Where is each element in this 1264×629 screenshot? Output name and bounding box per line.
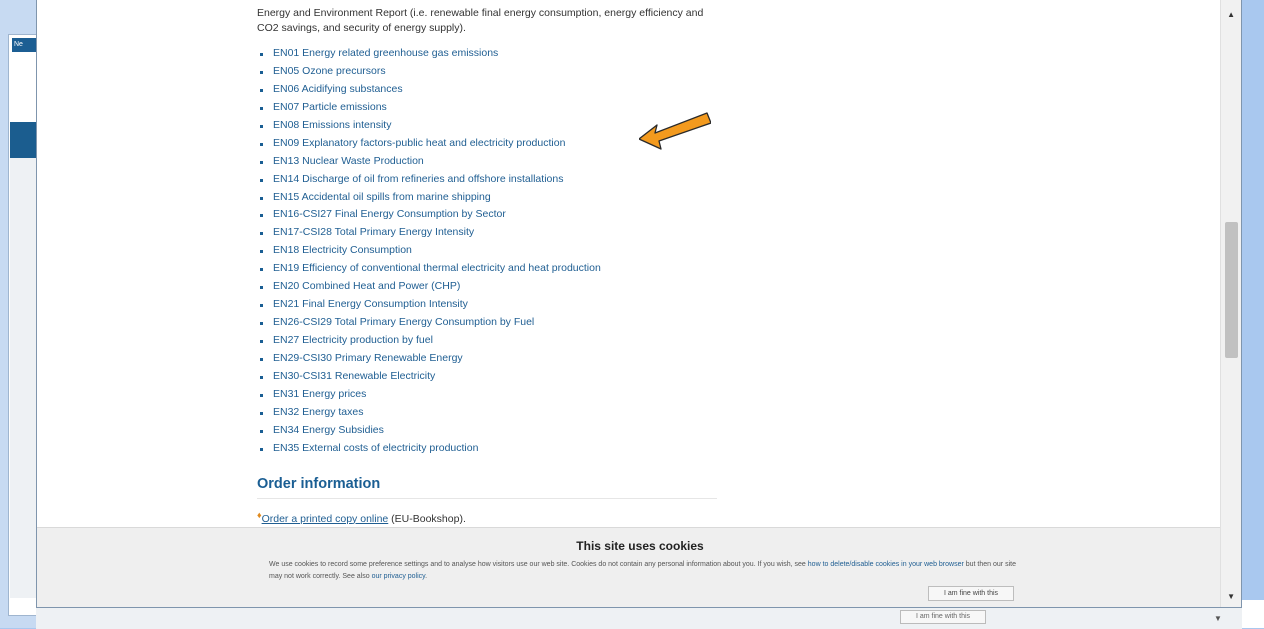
indicator-list-item: EN13 Nuclear Waste Production [260, 153, 717, 171]
indicator-list-item: EN30-CSI31 Renewable Electricity [260, 368, 717, 386]
scroll-down-icon[interactable]: ▼ [1227, 592, 1235, 601]
bullet-icon [260, 196, 263, 200]
bullet-icon [260, 88, 263, 92]
indicator-list-item: EN29-CSI30 Primary Renewable Energy [260, 350, 717, 368]
bullet-icon [260, 142, 263, 146]
indicator-list-item: EN20 Combined Heat and Power (CHP) [260, 278, 717, 296]
scroll-up-icon[interactable]: ▲ [1227, 10, 1235, 19]
indicator-list-item: EN14 Discharge of oil from refineries an… [260, 171, 717, 189]
indicator-link[interactable]: EN13 Nuclear Waste Production [273, 155, 424, 167]
annotation-arrow-icon [639, 112, 711, 150]
report-modal: Energy and Environment Report (i.e. rene… [36, 0, 1242, 608]
indicator-link[interactable]: EN18 Electricity Consumption [273, 244, 412, 256]
cookie-text-part: . [425, 573, 428, 580]
intro-paragraph: Energy and Environment Report (i.e. rene… [257, 7, 704, 34]
delete-cookies-link[interactable]: how to delete/disable cookies in your we… [808, 561, 964, 568]
background-tab[interactable]: Ne [12, 38, 36, 52]
vertical-scrollbar[interactable]: ▲ ▼ [1220, 0, 1241, 607]
bullet-icon [260, 393, 263, 397]
bullet-icon [260, 250, 263, 254]
indicator-link[interactable]: EN26-CSI29 Total Primary Energy Consumpt… [273, 316, 534, 328]
indicator-list-item: EN06 Acidifying substances [260, 81, 717, 99]
background-sidebar [10, 158, 36, 598]
indicator-link[interactable]: EN16-CSI27 Final Energy Consumption by S… [273, 208, 506, 220]
indicator-list-item: EN17-CSI28 Total Primary Energy Intensit… [260, 224, 717, 242]
indicator-link[interactable]: EN27 Electricity production by fuel [273, 334, 433, 346]
cookie-banner: This site uses cookies We use cookies to… [37, 527, 1223, 607]
order-information-heading: Order information [257, 476, 717, 499]
scrollbar-thumb[interactable] [1225, 222, 1238, 358]
background-scroll-down-icon[interactable]: ▼ [1214, 614, 1222, 623]
bullet-icon [260, 304, 263, 308]
report-content: Energy and Environment Report (i.e. rene… [257, 6, 717, 525]
bullet-icon [260, 340, 263, 343]
bullet-icon [260, 411, 263, 415]
bullet-icon [260, 70, 263, 74]
indicator-list-item: EN32 Energy taxes [260, 404, 717, 422]
background-accept-button[interactable]: I am fine with this [900, 610, 986, 624]
indicator-list-item: EN34 Energy Subsidies [260, 422, 717, 440]
bullet-icon [260, 357, 263, 361]
indicator-link[interactable]: EN15 Accidental oil spills from marine s… [273, 191, 491, 203]
bullet-icon [260, 53, 263, 56]
accept-cookies-button[interactable]: I am fine with this [928, 586, 1014, 601]
indicator-link[interactable]: EN32 Energy taxes [273, 406, 363, 418]
order-line: ♦Order a printed copy online (EU-Booksho… [257, 509, 717, 525]
indicator-link[interactable]: EN21 Final Energy Consumption Intensity [273, 298, 468, 310]
order-printed-copy-link[interactable]: Order a printed copy online [262, 513, 389, 525]
bullet-icon [260, 429, 263, 433]
indicator-link[interactable]: EN34 Energy Subsidies [273, 424, 384, 436]
bullet-icon [260, 124, 263, 128]
indicator-list-item: EN31 Energy prices [260, 386, 717, 404]
indicator-list: EN01 Energy related greenhouse gas emiss… [257, 45, 717, 458]
indicator-link[interactable]: EN05 Ozone precursors [273, 65, 386, 77]
bullet-icon [260, 447, 263, 451]
indicator-link[interactable]: EN19 Efficiency of conventional thermal … [273, 262, 601, 274]
indicator-link[interactable]: EN20 Combined Heat and Power (CHP) [273, 280, 460, 292]
indicator-link[interactable]: EN09 Explanatory factors-public heat and… [273, 137, 565, 149]
indicator-list-item: EN15 Accidental oil spills from marine s… [260, 189, 717, 207]
indicator-link[interactable]: EN06 Acidifying substances [273, 83, 403, 95]
bullet-icon [260, 268, 263, 272]
cookie-banner-text: We use cookies to record some preference… [269, 559, 1029, 583]
indicator-link[interactable]: EN31 Energy prices [273, 388, 366, 400]
bullet-icon [260, 178, 263, 182]
cookie-banner-title: This site uses cookies [576, 539, 704, 553]
bullet-icon [260, 214, 263, 218]
indicator-list-item: EN01 Energy related greenhouse gas emiss… [260, 45, 717, 63]
indicator-link[interactable]: EN01 Energy related greenhouse gas emiss… [273, 47, 498, 59]
bullet-icon [260, 322, 263, 326]
bullet-icon [260, 375, 263, 379]
bullet-icon [260, 106, 263, 110]
indicator-list-item: EN35 External costs of electricity produ… [260, 440, 717, 458]
order-suffix: (EU-Bookshop). [388, 512, 466, 525]
indicator-link[interactable]: EN35 External costs of electricity produ… [273, 442, 478, 454]
indicator-link[interactable]: EN08 Emissions intensity [273, 119, 391, 131]
indicator-list-item: EN18 Electricity Consumption [260, 242, 717, 260]
privacy-policy-link[interactable]: our privacy policy [372, 573, 426, 580]
indicator-list-item: EN19 Efficiency of conventional thermal … [260, 260, 717, 278]
indicator-list-item: EN16-CSI27 Final Energy Consumption by S… [260, 206, 717, 224]
external-link-icon: ♦ [257, 509, 262, 520]
indicator-link[interactable]: EN30-CSI31 Renewable Electricity [273, 370, 435, 382]
indicator-link[interactable]: EN29-CSI30 Primary Renewable Energy [273, 352, 463, 364]
indicator-list-item: EN27 Electricity production by fuel [260, 332, 717, 350]
bullet-icon [260, 286, 263, 290]
cookie-text-part: We use cookies to record some preference… [269, 561, 808, 568]
indicator-link[interactable]: EN17-CSI28 Total Primary Energy Intensit… [273, 226, 474, 238]
bullet-icon [260, 160, 263, 164]
bullet-icon [260, 232, 263, 236]
background-right-strip [1242, 600, 1264, 628]
indicator-list-item: EN26-CSI29 Total Primary Energy Consumpt… [260, 314, 717, 332]
background-nav-block [10, 122, 36, 158]
indicator-link[interactable]: EN07 Particle emissions [273, 101, 387, 113]
indicator-list-item: EN05 Ozone precursors [260, 63, 717, 81]
indicator-list-item: EN21 Final Energy Consumption Intensity [260, 296, 717, 314]
indicator-link[interactable]: EN14 Discharge of oil from refineries an… [273, 173, 563, 185]
